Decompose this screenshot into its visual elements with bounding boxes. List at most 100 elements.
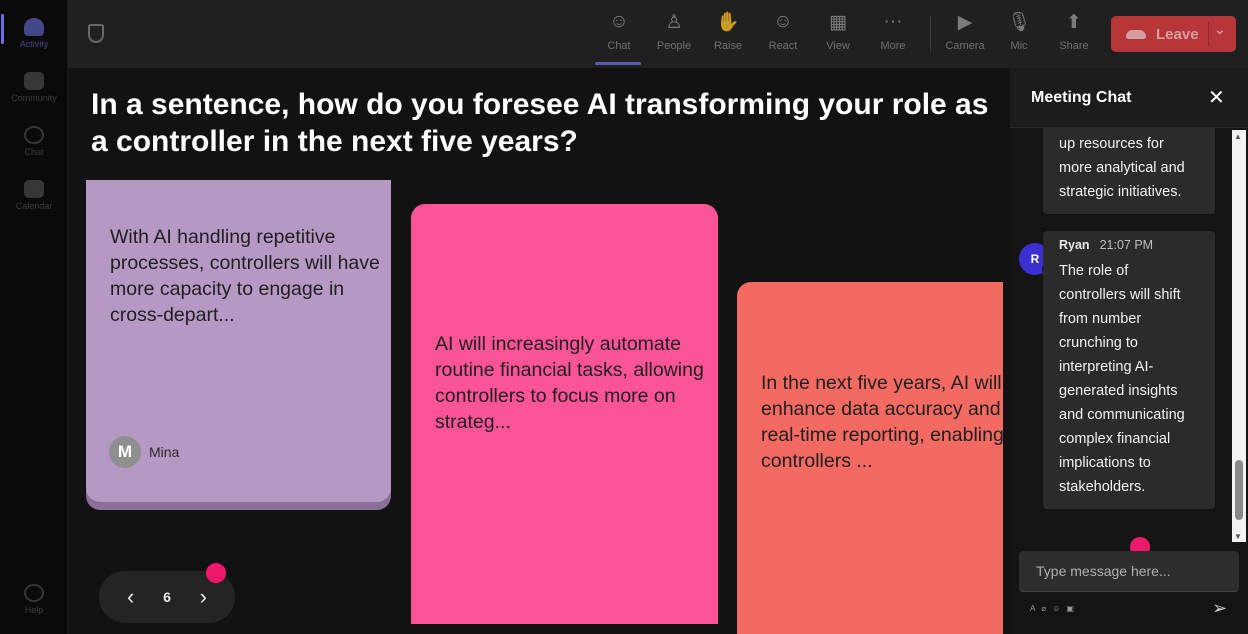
response-text-line: controllers ... [761,450,873,472]
chat-message: Ryan 21:07 PM The role of controllers wil… [1043,231,1215,509]
message-line: more analytical and [1059,160,1185,176]
toolbar-button-label: Share [1059,40,1089,52]
next-page-button[interactable]: › [188,584,218,610]
leave-divider [1208,22,1209,46]
rail-item-label: Community [11,92,57,103]
message-line: generated insights [1059,383,1178,399]
rail-item-activity[interactable]: Activity [4,8,64,58]
chat-header: Meeting Chat ✕ [1010,68,1248,128]
toolbar-chat-button[interactable]: ☺ Chat [593,10,645,65]
meeting-toolbar: ☺ Chat ♙ People ✋ Raise ☺ React ▦ View ·… [68,0,1248,68]
chat-message-input[interactable] [1019,551,1239,592]
response-text: In the next five years, AI will enhance … [761,370,1010,474]
message-line: strategic initiatives. [1059,184,1182,200]
toolbar-mic-button[interactable]: 🎙 Mic [993,10,1045,60]
toolbar-react-button[interactable]: ☺ React [757,10,809,60]
message-line: and communicating [1059,407,1185,423]
toolbar-button-label: React [768,40,798,52]
toolbar-button-label: Camera [945,40,985,52]
chat-title: Meeting Chat [1031,89,1132,106]
message-meta: Ryan 21:07 PM [1059,237,1215,253]
response-card[interactable]: AI will increasingly automate routine fi… [411,204,718,624]
card-author: M Mina [109,436,179,468]
leave-button[interactable]: Leave ⌄ [1111,16,1236,52]
avatar: M [109,436,141,468]
message-line: stakeholders. [1059,479,1146,495]
toolbar-button-label: People [656,40,692,52]
mic-icon: 🎙 [1006,12,1032,33]
scroll-up-icon[interactable]: ▲ [1234,132,1242,141]
question-title: In a sentence, how do you foresee AI tra… [91,88,989,158]
format-toolbar: A ⌀ ☺ ▣ [1030,604,1074,613]
response-text-line: enhance data accuracy and [761,398,1001,420]
message-author: Ryan [1059,238,1090,252]
response-text-line: In the next five years, AI will [761,372,1002,394]
toolbar-divider [930,16,931,52]
emoji-icon[interactable]: ☺ [1052,604,1060,613]
message-time: 21:07 PM [1099,238,1154,252]
message-line: interpreting AI- [1059,359,1154,375]
community-icon [24,71,44,90]
response-card[interactable]: In the next five years, AI will enhance … [737,282,1010,634]
toolbar-button-label: Raise [713,40,743,52]
scrollbar-thumb[interactable] [1235,460,1243,520]
shield-icon [88,24,104,43]
phone-hangup-icon [1126,29,1146,39]
people-icon: ♙ [665,11,683,33]
toolbar-more-button[interactable]: ··· More [867,10,919,60]
message-line: up resources for [1059,136,1164,152]
rail-item-community[interactable]: Community [4,62,64,112]
stage-edge [1003,68,1010,634]
toolbar-button-label: View [826,40,850,52]
message-line: The role of [1059,263,1129,279]
message-line: from number [1059,311,1142,327]
chat-icon: ☺ [609,11,629,32]
presentation-stage: In a sentence, how do you foresee AI tra… [68,68,1010,634]
prev-page-button[interactable]: ‹ [116,584,146,610]
response-text: With AI handling repetitive processes, c… [110,226,380,326]
message-line: implications to [1059,455,1151,471]
calendar-icon [24,179,44,198]
grid-icon: ▦ [829,11,847,33]
bell-icon [24,17,44,36]
notification-dot [206,563,226,583]
chat-message: up resources for more analytical and str… [1043,128,1215,214]
toolbar-view-button[interactable]: ▦ View [812,10,864,60]
rail-item-chat[interactable]: Chat [4,116,64,166]
response-text: AI will increasingly automate routine fi… [435,333,704,433]
smiley-icon: ☺ [773,11,793,32]
rail-item-label: Calendar [15,200,53,211]
gif-icon[interactable]: ▣ [1066,604,1074,613]
send-icon[interactable]: ➢ [1212,598,1227,619]
format-icon[interactable]: A [1030,604,1035,613]
scroll-down-icon[interactable]: ▼ [1234,532,1242,541]
message-line: controllers will shift [1059,287,1181,303]
toolbar-button-label: Mic [1010,40,1028,52]
meeting-chat-panel: Meeting Chat ✕ up resources for more ana… [1010,68,1248,634]
rail-item-label: Activity [19,38,49,49]
chevron-down-icon[interactable]: ⌄ [1214,21,1226,38]
toolbar-button-label: Chat [607,40,631,52]
toolbar-button-label: More [880,40,906,52]
toolbar-camera-button[interactable]: ▶ Camera [939,10,991,60]
rail-item-label: Help [24,604,44,615]
rail-item-help[interactable]: Help [4,574,64,624]
response-text-line: real-time reporting, enabling [761,424,1004,446]
toolbar-raise-button[interactable]: ✋ Raise [702,10,754,60]
rail-item-calendar[interactable]: Calendar [4,170,64,220]
camera-off-icon: ▶ [957,11,973,33]
more-icon: ··· [883,11,903,32]
attach-icon[interactable]: ⌀ [1041,604,1046,613]
toolbar-people-button[interactable]: ♙ People [648,10,700,60]
rail-item-label: Chat [24,146,44,157]
close-icon[interactable]: ✕ [1208,85,1225,110]
chat-scrollbar[interactable]: ▲ ▼ [1232,130,1246,542]
app-rail: Activity Community Chat Calendar Help [0,0,68,634]
toolbar-share-button[interactable]: ⬆ Share [1048,10,1100,60]
message-line: crunching to [1059,335,1138,351]
response-card[interactable]: With AI handling repetitive processes, c… [86,180,391,502]
share-icon: ⬆ [1066,11,1082,33]
page-number: 6 [163,589,171,605]
leave-label: Leave [1156,25,1199,43]
hand-icon: ✋ [716,12,740,33]
